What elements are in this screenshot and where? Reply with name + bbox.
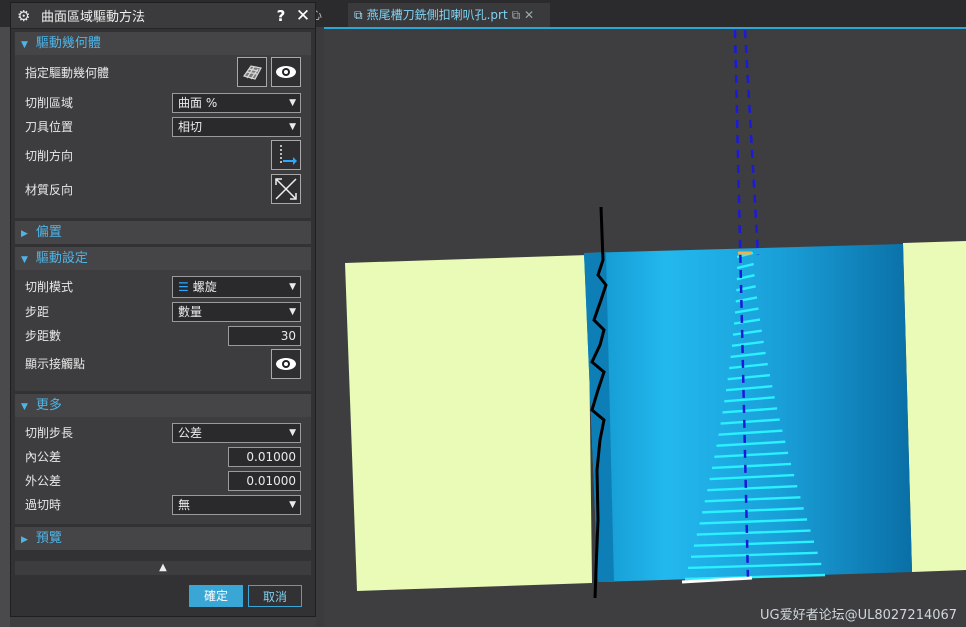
- section-drive-geometry: ▼ 驅動幾何體 指定驅動幾何體 切削區域 曲面 % ▼ 刀具位置 相切 ▼ 切削方向 …: [15, 32, 311, 218]
- tool-position-dropdown[interactable]: 相切 ▼: [172, 117, 301, 137]
- collapsed-triangle-icon: ▶: [21, 229, 28, 239]
- part-face-left: [345, 255, 592, 591]
- watermark-text: UG爱好者论坛@UL8027214067: [760, 608, 958, 623]
- chevron-down-icon: ▼: [289, 307, 296, 317]
- row-cut-mode: 切削模式 ☰ 螺旋 ▼: [15, 274, 311, 300]
- select-surface-button[interactable]: [237, 57, 267, 87]
- show-geometry-button[interactable]: [271, 57, 301, 87]
- section-header-drive-settings[interactable]: ▼ 驅動設定: [15, 247, 311, 270]
- help-button[interactable]: ?: [271, 7, 291, 25]
- expand-triangle-icon: ▼: [21, 402, 28, 412]
- cut-direction-icon: [280, 145, 297, 165]
- row-specify-drive-geometry: 指定驅動幾何體: [15, 55, 311, 91]
- section-header-preview[interactable]: ▶ 預覽: [15, 527, 311, 550]
- row-material-reverse: 材質反向: [15, 173, 311, 207]
- row-overcut: 過切時 無 ▼: [15, 493, 311, 517]
- outtol-input[interactable]: 0.01000: [228, 471, 301, 491]
- collapsed-triangle-icon: ▶: [21, 535, 28, 545]
- row-outtol: 外公差 0.01000: [15, 469, 311, 493]
- section-header-more[interactable]: ▼ 更多: [15, 394, 311, 417]
- section-offset: ▶ 偏置: [15, 221, 311, 244]
- material-reverse-button[interactable]: [271, 174, 301, 204]
- surface-area-drive-dialog: ⚙ 曲面區域驅動方法 ? ✕ ▼ 驅動幾何體 指定驅動幾何體 切削區域 曲面 % ▼…: [10, 2, 316, 617]
- surface-mesh-icon: [243, 65, 262, 80]
- row-cut-area: 切削區域 曲面 % ▼: [15, 91, 311, 115]
- eye-icon: [276, 358, 296, 370]
- cut-area-dropdown[interactable]: 曲面 % ▼: [172, 93, 301, 113]
- row-tool-position: 刀具位置 相切 ▼: [15, 115, 311, 139]
- expand-triangle-icon: ▼: [21, 40, 28, 50]
- expand-triangle-icon: ▼: [21, 255, 28, 265]
- cut-mode-dropdown[interactable]: ☰ 螺旋 ▼: [172, 276, 301, 298]
- row-cut-step: 切削步長 公差 ▼: [15, 421, 311, 445]
- section-more: ▼ 更多 切削步長 公差 ▼ 內公差 0.01000 外公差 0.01000 過切時…: [15, 394, 311, 524]
- row-show-contact: 顯示接觸點: [15, 348, 311, 380]
- close-button[interactable]: ✕: [291, 6, 315, 26]
- dialog-title: 曲面區域驅動方法: [41, 10, 146, 25]
- spiral-icon: ☰: [178, 280, 189, 294]
- collapse-dialog-button[interactable]: ▲: [15, 561, 311, 575]
- step-count-input[interactable]: 30: [228, 326, 301, 346]
- section-header-drive-geometry[interactable]: ▼ 驅動幾何體: [15, 32, 311, 55]
- chevron-down-icon: ▼: [289, 282, 296, 292]
- cancel-button[interactable]: 取消: [248, 585, 302, 607]
- section-header-offset[interactable]: ▶ 偏置: [15, 221, 311, 244]
- cut-direction-button[interactable]: [271, 140, 301, 170]
- row-cut-direction: 切削方向: [15, 139, 311, 173]
- gear-icon: ⚙: [17, 6, 31, 25]
- tool-axis-line-2: [743, 29, 760, 256]
- overcut-dropdown[interactable]: 無 ▼: [172, 495, 301, 515]
- section-preview: ▶ 預覽: [15, 527, 311, 550]
- eye-icon: [276, 66, 296, 78]
- stepover-dropdown[interactable]: 數量 ▼: [172, 302, 301, 322]
- chevron-down-icon: ▼: [289, 122, 296, 132]
- chevron-down-icon: ▼: [289, 428, 296, 438]
- section-drive-settings: ▼ 驅動設定 切削模式 ☰ 螺旋 ▼ 步距 數量 ▼ 步距數 30 顯示接觸點: [15, 247, 311, 391]
- ok-button[interactable]: 確定: [189, 585, 243, 607]
- part-face-right: [903, 241, 966, 572]
- chevron-down-icon: ▼: [289, 500, 296, 510]
- dialog-titlebar: ⚙ 曲面區域驅動方法 ? ✕: [11, 3, 315, 29]
- chevron-down-icon: ▼: [289, 98, 296, 108]
- reverse-arrows-icon: [275, 178, 297, 200]
- show-contact-button[interactable]: [271, 349, 301, 379]
- cut-step-dropdown[interactable]: 公差 ▼: [172, 423, 301, 443]
- row-stepover: 步距 數量 ▼: [15, 300, 311, 324]
- row-intol: 內公差 0.01000: [15, 445, 311, 469]
- intol-input[interactable]: 0.01000: [228, 447, 301, 467]
- row-step-count: 步距數 30: [15, 324, 311, 348]
